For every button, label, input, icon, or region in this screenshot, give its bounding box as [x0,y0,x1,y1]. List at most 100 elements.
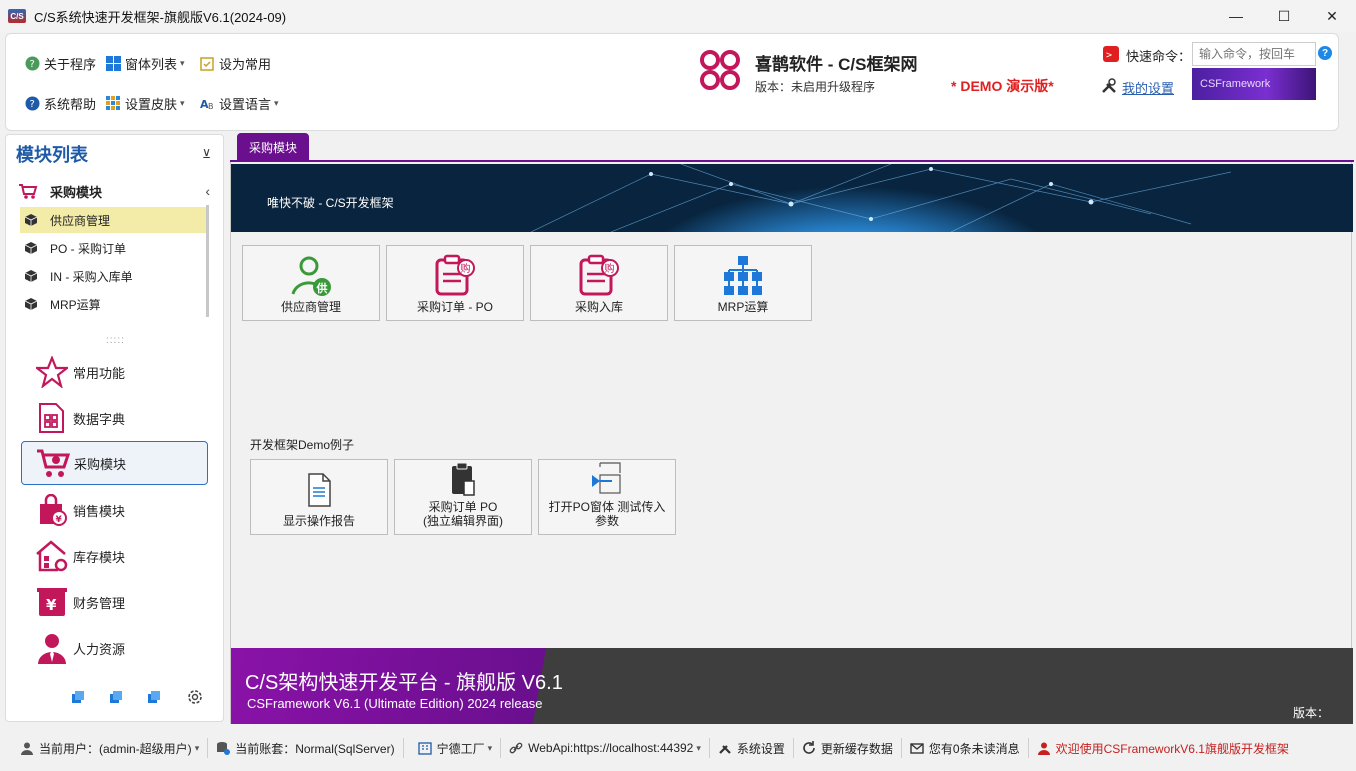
status-welcome: 欢迎使用CSFrameworkV6.1旗舰版开发框架 [1029,738,1297,758]
my-settings-link[interactable]: 我的设置 [1122,78,1174,97]
svg-text:B: B [208,102,214,111]
help-button[interactable]: ? 系统帮助 [24,94,96,113]
skin-icon [105,96,121,112]
app-logo-icon: C/S [8,9,26,23]
set-common-label: 设为常用 [219,57,272,72]
data-dictionary-icon [35,401,69,435]
skin-button[interactable]: 设置皮肤 ▾ [105,94,185,113]
sidebar-item-in[interactable]: IN - 采购入库单 [20,263,208,289]
header-banner: 唯快不破 - C/S开发框架 [231,164,1353,232]
nav-purchase[interactable]: 采购模块 [21,441,208,485]
minimize-button[interactable]: — [1212,0,1260,32]
tile-supplier[interactable]: 供 供应商管理 [242,245,380,321]
tile-open-po-params[interactable]: 打开PO窗体 测试传入 参数 [538,459,676,535]
tile-purchase-order[interactable]: 购 采购订单 - PO [386,245,524,321]
close-button[interactable]: ✕ [1308,0,1356,32]
set-common-button[interactable]: 设为常用 [199,54,271,73]
chevron-down-icon: ▾ [696,742,701,753]
finance-icon: ¥ [35,585,69,619]
chevron-down-icon: ▾ [487,742,493,753]
purchase-order-icon: 购 [433,254,477,298]
svg-text:¥: ¥ [56,515,63,525]
layout-icon[interactable] [110,691,122,703]
tile-label: 采购订单 PO [428,500,498,514]
chevron-down-icon: ▾ [274,98,279,108]
footer-version: 版本： [1292,706,1329,720]
quick-command-input[interactable] [1192,42,1316,66]
sidebar-item-label: MRP运算 [50,297,101,312]
nav-label: 采购模块 [74,456,127,472]
window-list-label: 窗体列表 [125,57,178,72]
brand-logo-icon [700,50,740,90]
layout-icon[interactable] [72,691,84,703]
network-graphic [530,164,1232,232]
tile-label-line2: 参数 [594,514,619,528]
tile-label: 采购入库 [574,300,623,314]
nav-sales[interactable]: ¥ 销售模块 [21,488,208,532]
nav-label: 销售模块 [73,503,126,519]
sales-bag-icon: ¥ [35,493,69,527]
status-settings[interactable]: 系统设置 [710,738,794,758]
nav-inventory[interactable]: 库存模块 [21,534,208,578]
cube-icon [24,298,38,310]
demo-badge: * DEMO 演示版* [951,78,1054,94]
nav-common[interactable]: 常用功能 [21,350,208,394]
sidebar-item-mrp[interactable]: MRP运算 [20,291,208,317]
sidebar-item-label: PO - 采购订单 [50,241,127,256]
quick-command-label: 快速命令： [1126,49,1192,64]
status-webapi[interactable]: WebApi:https://localhost:44392 ▾ [501,738,710,758]
warehouse-icon [35,539,69,573]
clipboard-icon [441,460,485,498]
tile-po-standalone[interactable]: 采购订单 PO (独立编辑界面) [394,459,532,535]
tile-mrp[interactable]: MRP运算 [674,245,812,321]
tile-show-report[interactable]: 显示操作报告 [250,459,388,535]
layout-icon[interactable] [148,691,160,703]
database-icon [216,741,231,755]
language-label: 设置语言 [219,97,272,112]
language-icon: AB [199,96,215,112]
tile-label: MRP运算 [717,300,769,314]
about-button[interactable]: ? 关于程序 [24,54,96,73]
sidebar-item-supplier[interactable]: 供应商管理 [20,207,208,233]
sidebar-scrollbar[interactable] [206,205,209,317]
status-messages[interactable]: 您有0条未读消息 [902,738,1029,758]
about-label: 关于程序 [44,57,97,72]
status-refresh-label: 更新缓存数据 [820,741,893,756]
help-icon[interactable]: ? [1318,46,1332,60]
refresh-icon [802,741,816,755]
nav-dictionary[interactable]: 数据字典 [21,396,208,440]
cube-icon [24,270,38,282]
splitter-handle[interactable]: ::::: [106,335,125,346]
footer-banner: C/S架构快速开发平台 - 旗舰版 V6.1 CSFramework V6.1 … [231,648,1353,724]
panel-toolbar [72,688,204,706]
sidebar-item-po[interactable]: PO - 采购订单 [20,235,208,261]
mrp-icon [721,254,765,298]
status-user-label: 当前用户：(admin-超级用户) [39,741,192,756]
form-arrow-icon [585,460,629,498]
windows-icon [105,56,121,72]
maximize-button[interactable]: ☐ [1260,0,1308,32]
tile-purchase-in[interactable]: 购 采购入库 [530,245,668,321]
pin-icon[interactable]: ⊻ [202,147,211,161]
tile-label: 打开PO窗体 测试传入 [548,500,666,514]
gear-icon[interactable] [186,688,204,706]
language-button[interactable]: AB 设置语言 ▾ [199,94,279,113]
purchase-in-icon: 购 [577,254,621,298]
nav-hr[interactable]: 人力资源 [21,626,208,670]
skin-label: 设置皮肤 [125,97,178,112]
status-refresh[interactable]: 更新缓存数据 [794,738,902,758]
status-account[interactable]: 当前账套：Normal(SqlServer) [208,738,404,758]
nav-label: 财务管理 [73,595,126,611]
purchase-group-header[interactable]: 采购模块 ‹ [18,179,214,203]
window-list-button[interactable]: 窗体列表 ▾ [105,54,185,73]
main-content: 唯快不破 - C/S开发框架 供 供应商管理 购 采购订单 - PO 购 采购入… [230,162,1353,724]
person-icon [35,631,69,665]
status-factory[interactable]: 宁德工厂 ▾ [404,738,502,758]
status-welcome-label: 欢迎使用CSFrameworkV6.1旗舰版开发框架 [1055,741,1289,756]
tile-label: 显示操作报告 [282,514,355,528]
tab-purchase[interactable]: 采购模块 [237,133,309,161]
nav-finance[interactable]: ¥ 财务管理 [21,580,208,624]
chevron-left-icon[interactable]: ‹ [205,183,210,199]
cube-icon [24,214,38,226]
status-user[interactable]: 当前用户：(admin-超级用户) ▾ [0,738,209,758]
